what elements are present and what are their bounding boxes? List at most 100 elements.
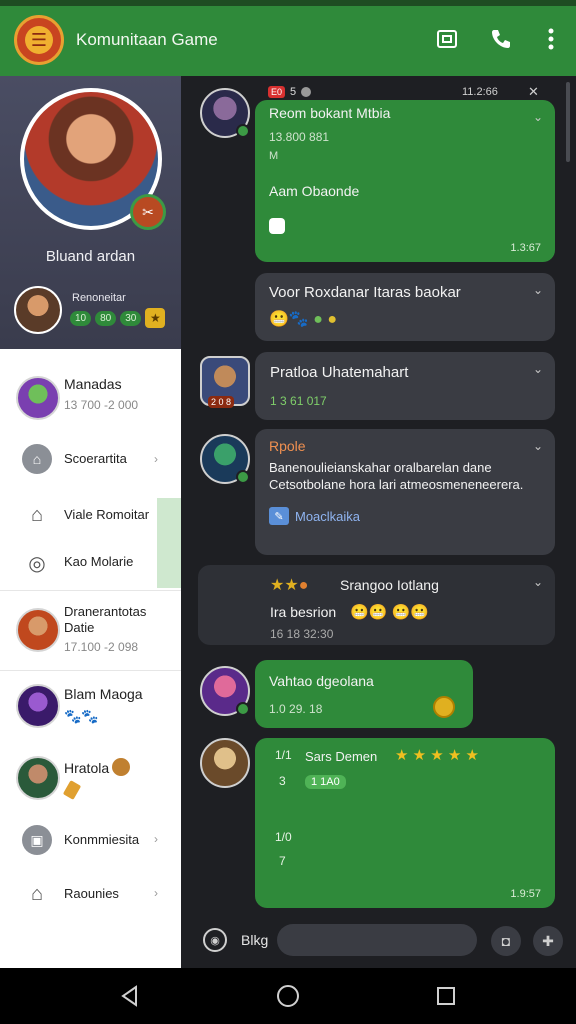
camera-icon[interactable]: ◘ [491, 926, 521, 956]
message-input[interactable] [277, 924, 477, 956]
message-body: Ira besrion [270, 604, 337, 620]
coin-icon [433, 696, 455, 718]
stat-chip: 80 [95, 310, 117, 326]
row-mark: 7 [279, 854, 286, 868]
star-icon: ★ [145, 308, 166, 328]
reaction-icons: ★★● [270, 577, 309, 594]
emoji-icon[interactable]: ◉ [203, 928, 227, 952]
sidebar-item-viale-romoitar[interactable]: ⌂ Viale Romoitar [0, 498, 181, 532]
home-icon[interactable] [274, 982, 302, 1010]
avatar[interactable] [200, 666, 250, 716]
stat-chip: 30 [120, 310, 142, 326]
sidebar-item-dranerantotas[interactable]: Dranerantotas Datie 17.100 -2 098 [0, 604, 181, 660]
message-bubble[interactable]: ⌄ Pratloa Uhatemahart 1 3 61 017 [198, 352, 555, 420]
message-bubble[interactable]: ⌄ ★★● Srangoo Iotlang Ira besrion 😬😬 😬😬 … [198, 565, 555, 645]
avatar [16, 756, 60, 800]
sidebar-item-title: Blam Maoga [64, 686, 143, 702]
avatar[interactable] [200, 434, 250, 484]
secondary-avatar[interactable] [14, 286, 62, 334]
message-title: Sars Demen [305, 749, 378, 764]
gift-icon: ▣ [22, 825, 52, 855]
sidebar-item-title: Scoerartita [64, 451, 127, 466]
chevron-down-icon[interactable]: ⌄ [533, 575, 543, 589]
app-bar: ☰ Komunitaan Game [0, 6, 576, 76]
chevron-down-icon[interactable]: ⌄ [533, 110, 543, 124]
system-nav-bar [0, 968, 576, 1024]
phone-icon[interactable] [488, 26, 514, 52]
sidebar-item-title: Hratola [64, 760, 110, 776]
rank-badge-icon: ✂ [130, 194, 166, 230]
sidebar-item-title: Viale Romoitar [64, 507, 150, 522]
secondary-stats: 10 80 30 ★ [70, 308, 166, 328]
sidebar-item-hratola[interactable]: Hratola [0, 752, 181, 802]
app-logo[interactable]: ☰ [14, 15, 64, 65]
message-bubble[interactable]: Vahtao dgeolana 1.0 29. 18 [255, 660, 473, 728]
message-bubble[interactable]: ⌄ Voor Roxdanar Itaras baokar 😬🐾 ● ● [255, 273, 555, 341]
profile-header: ✂ Bluand ardan Renoneitar 10 80 30 ★ [0, 76, 181, 349]
sidebar-item-scoerartita[interactable]: ⌂ Scoerartita › [0, 442, 181, 476]
header-timestamp: 11.2:66 [462, 86, 498, 98]
close-icon[interactable]: ✕ [528, 84, 539, 100]
home-icon: ⌂ [30, 503, 44, 526]
scrollbar[interactable] [566, 82, 570, 162]
gamepad-icon[interactable]: ✚ [533, 926, 563, 956]
attachment-icon[interactable] [269, 218, 285, 234]
avatar[interactable] [200, 738, 250, 788]
screen-share-icon[interactable] [434, 26, 460, 52]
sidebar-item-title: Raounies [64, 886, 119, 901]
camera-icon: ◎ [28, 552, 46, 575]
pet-icon [112, 758, 130, 776]
message-time: 1.0 29. 18 [269, 702, 323, 716]
row-mark: 3 [279, 774, 286, 788]
chevron-down-icon[interactable]: ⌄ [533, 283, 543, 297]
reaction-icons: 😬😬 😬😬 [350, 604, 429, 621]
app-title: Komunitaan Game [76, 30, 218, 49]
secondary-title: Renoneitar [72, 292, 126, 304]
house-icon: ⌂ [30, 882, 44, 905]
store-icon: ⌂ [22, 444, 52, 474]
back-icon[interactable] [116, 982, 144, 1010]
message-bubble[interactable]: ⌄ Rpole Banenoulieianskahar oralbarelan … [255, 429, 555, 555]
message-time: 1.9:57 [510, 888, 541, 900]
avatar [16, 608, 60, 652]
message-title: Reom bokant Mtbia [269, 105, 391, 121]
sidebar-item-title: Dranerantotas Datie [64, 604, 147, 635]
message-body: Aam Obaonde [269, 183, 360, 199]
message-title: Vahtao dgeolana [269, 673, 374, 689]
message-header-tags: E0 5 [268, 86, 312, 98]
sidebar-item-sub: 13 700 -2 000 [64, 398, 139, 412]
message-title: Srangoo Iotlang [340, 577, 439, 593]
sidebar-item-kao-molarie[interactable]: ◎ Kao Molarie [0, 546, 181, 580]
sidebar-item-blam-maoga[interactable]: Blam Maoga 🐾🐾 [0, 682, 181, 732]
row-mark: 1/0 [275, 830, 292, 844]
message-input-bar: ◉ Blkg ◘ ✚ [181, 914, 576, 968]
message-title: Pratloa Uhatemahart [270, 364, 409, 381]
chevron-down-icon[interactable]: ⌄ [533, 362, 543, 376]
link-preview[interactable]: ✎ Moaclkaika [269, 507, 360, 525]
sidebar-item-title: Kao Molarie [64, 554, 134, 569]
message-bubble[interactable]: ⌄ Reom bokant Mtbia 13.800 881 M Aam Oba… [255, 100, 555, 262]
logo-glyph-icon: ☰ [25, 26, 53, 54]
message-bubble[interactable]: 1/1 Sars Demen ★ ★ ★ ★ ★ 3 1 1A0 1/0 7 1… [255, 738, 555, 908]
message-meta: 13.800 881 [269, 130, 330, 144]
stat-chip: 10 [70, 310, 92, 326]
more-vertical-icon[interactable] [538, 26, 564, 52]
sidebar: ✂ Bluand ardan Renoneitar 10 80 30 ★ Man… [0, 76, 181, 968]
sidebar-item-title: Konmmiesita [64, 832, 140, 847]
message-mark: M [269, 150, 279, 162]
message-body: Banenoulieianskahar oralbarelan dane Cet… [269, 460, 524, 492]
message-time: 1.3:67 [510, 242, 541, 254]
link-text: Moaclkaika [295, 508, 361, 524]
message-time: 16 18 32:30 [270, 627, 334, 641]
avatar[interactable] [200, 88, 250, 138]
sidebar-item-konmmiesita[interactable]: ▣ Konmmiesita › [0, 822, 181, 858]
divider [0, 670, 181, 671]
recents-icon[interactable] [432, 982, 460, 1010]
chevron-right-icon: › [154, 832, 158, 846]
chevron-down-icon[interactable]: ⌄ [533, 439, 543, 453]
sidebar-item-raounies[interactable]: ⌂ Raounies › [0, 876, 181, 912]
sidebar-item-title: Manadas [64, 376, 122, 392]
pencil-icon [62, 780, 82, 800]
sidebar-item-manadas[interactable]: Manadas 13 700 -2 000 [0, 372, 181, 422]
chevron-right-icon: › [154, 886, 158, 900]
